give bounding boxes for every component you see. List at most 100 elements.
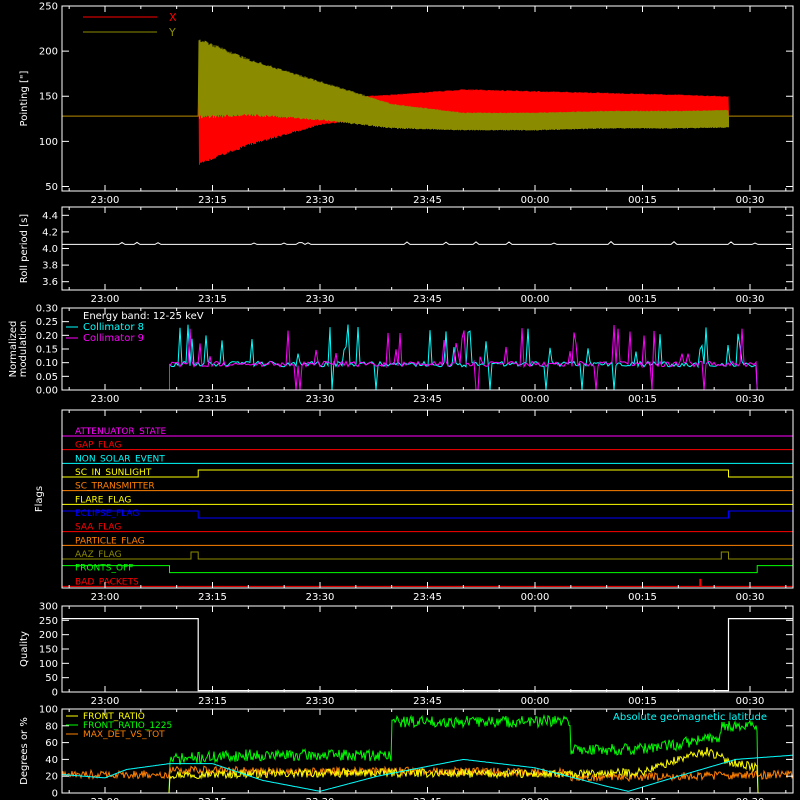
y-axis-label: Flags [34,486,45,512]
y-tick-label: 150 [39,645,58,656]
y-tick-label: 3.6 [42,277,58,288]
flag-sc-transmitter-label: SC_TRANSMITTER [75,482,155,492]
y-tick-label: 0.00 [36,386,58,397]
x-tick-label: 23:30 [306,195,335,206]
flag-gap-flag-label: GAP_FLAG [75,441,121,451]
flags-plot-area: ATTENUATOR_STATE GAP_FLAG NON_SOLAR_EVENT S… [61,427,794,587]
x-tick-label: 23:45 [413,696,442,707]
modulation-panel: 23:00 23:15 23:30 23:45 00:00 00:15 00:30 0.00 0… [8,304,794,405]
x-tick-label: 00:30 [736,696,765,707]
y-tick-label: 250 [39,2,58,13]
y-tick-label: 200 [39,47,58,58]
y-tick-label: 0.20 [36,331,58,342]
x-tick-label: 23:00 [91,394,120,405]
x-tick-label: 00:30 [736,592,765,603]
flag-attenuator-state-label: ATTENUATOR_STATE [75,427,167,437]
x-tick-label: 00:00 [521,394,550,405]
x-tick-label: 00:00 [521,195,550,206]
x-tick-label: 00:30 [736,294,765,305]
x-tick-label: 00:00 [521,696,550,707]
y-tick-label: 100 [39,659,58,670]
series-roll-period-line [62,240,791,245]
geomagnetic-latitude-label: Absolute geomagnetic latitude [613,712,767,723]
x-tick-label: 23:15 [198,696,227,707]
y-axis-label: Quality [19,631,30,667]
flag-aaz-flag-line [62,551,793,560]
y-tick-label: 150 [39,92,58,103]
x-tick-label: 00:15 [628,294,657,305]
y-tick-label: 0.25 [36,317,58,328]
x-tick-label: 23:15 [198,394,227,405]
modulation-plot-area [169,324,758,391]
legend-label: Collimator 9 [83,333,144,344]
x-tick-label: 23:30 [306,394,335,405]
x-tick-label: 23:15 [198,195,227,206]
flag-particle-flag-label: PARTICLE_FLAG [75,536,145,546]
legend-y-label: Y [168,26,176,39]
y-axis-label: Roll period [s] [19,214,30,283]
chart-root: 23:00 23:15 23:30 23:45 00:00 00:15 00:30 50 100… [8,2,794,800]
quality-panel: 23:00 23:15 23:30 23:45 00:00 00:15 00:30 0 50 10… [19,602,794,707]
x-tick-label: 23:15 [198,592,227,603]
y-tick-label: 50 [45,673,58,684]
flag-eclipse-flag-line [61,510,794,519]
flags-frame [61,409,794,589]
y-tick-label: 0.30 [36,304,58,315]
quality-plot-area [62,618,793,692]
y-tick-label: 0.10 [36,358,58,369]
pointing-plot-area [62,39,793,165]
x-tick-label: 23:00 [91,696,120,707]
x-tick-label: 00:15 [628,696,657,707]
y-tick-label: 80 [45,721,58,732]
roll-period-plot-area [62,240,791,245]
y-tick-label: 4.0 [42,244,58,255]
legend-label: Energy band: 12-25 keV [83,311,204,322]
y-axis-label: Degrees or % [19,717,30,785]
x-tick-label: 23:15 [198,294,227,305]
y-axis-label: Pointing ["] [19,70,30,126]
y-axis-label: modulation [18,321,29,378]
x-tick-label: 23:45 [413,195,442,206]
y-tick-label: 60 [45,738,58,749]
x-tick-label: 23:45 [413,592,442,603]
x-tick-label: 23:30 [306,592,335,603]
flag-sc-in-sunlight-label: SC_IN_SUNLIGHT [75,468,152,478]
roll-period-panel: 23:00 23:15 23:30 23:45 00:00 00:15 00:30 3.6 3.… [19,206,794,305]
x-tick-label: 00:30 [736,195,765,206]
pointing-panel: 23:00 23:15 23:30 23:45 00:00 00:15 00:30 50 100… [19,2,794,206]
x-tick-label: 23:00 [91,592,120,603]
x-tick-label: 23:45 [413,294,442,305]
flag-fronts-off-label: FRONTS_OFF [75,564,133,574]
flag-aaz-flag-label: AAZ_FLAG [75,550,122,560]
y-tick-label: 4.4 [42,211,58,222]
flag-fronts-off-line [61,565,794,574]
x-tick-label: 00:00 [521,294,550,305]
series-max-det-vs-tot-line [61,765,794,783]
x-tick-label: 00:00 [521,592,550,603]
y-tick-label: 300 [39,602,58,613]
x-tick-label: 23:45 [413,394,442,405]
flag-sc-in-sunlight-line [62,469,793,478]
series-front-ratio-line [62,747,793,794]
y-tick-label: 0 [52,688,58,699]
x-tick-label: 23:30 [306,294,335,305]
y-tick-label: 200 [39,630,58,641]
y-tick-label: 20 [45,772,58,783]
legend-label: Collimator 8 [83,322,144,333]
y-tick-label: 0.05 [36,372,58,383]
legend-label: MAX_DET_VS_TOT [83,730,165,740]
y-tick-label: 3.8 [42,261,58,272]
x-tick-label: 00:15 [628,394,657,405]
x-tick-label: 23:00 [91,195,120,206]
x-tick-label: 00:30 [736,394,765,405]
legend-x-label: X [169,11,177,24]
flag-bad-packets-label: BAD_PACKETS [75,577,139,587]
ratios-panel: 23:0023:1523:3023:4500:0000:1500:3002040… [19,705,794,800]
x-tick-label: 00:15 [628,592,657,603]
y-tick-label: 100 [39,137,58,148]
y-tick-label: 250 [39,616,58,627]
x-tick-label: 23:00 [91,294,120,305]
flags-panel: ATTENUATOR_STATE GAP_FLAG NON_SOLAR_EVENT S… [34,409,794,603]
flag-flare-flag-label: FLARE_FLAG [75,495,131,505]
series-y-line [62,39,793,131]
